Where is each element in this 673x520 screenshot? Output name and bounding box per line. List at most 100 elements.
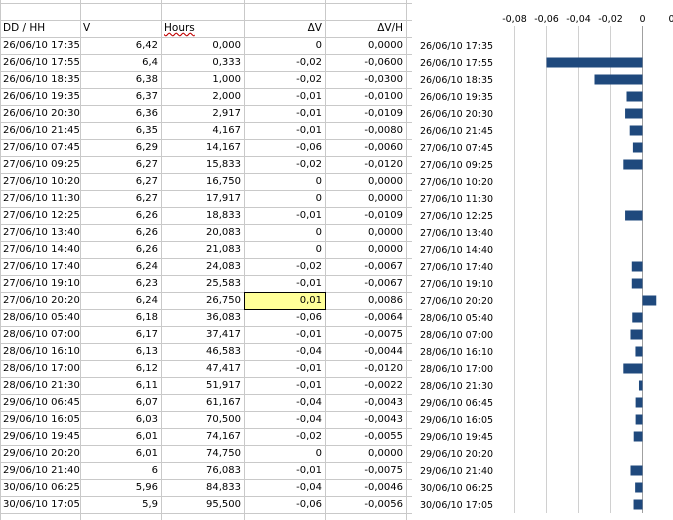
cell-v[interactable]: 6,13: [80, 343, 161, 360]
cell-delta-v-per-hour[interactable]: -0,0300: [325, 71, 406, 88]
cell-date[interactable]: 29/06/10 21:40: [0, 462, 80, 479]
cell-date[interactable]: 27/06/10 14:40: [0, 241, 80, 258]
cell-hours[interactable]: 4,167: [161, 122, 244, 139]
cell-delta-v-per-hour[interactable]: -0,0043: [325, 411, 406, 428]
cell-delta-v-per-hour[interactable]: 0,0000: [325, 37, 406, 54]
cell-v[interactable]: 6,17: [80, 326, 161, 343]
cell-delta-v-per-hour[interactable]: 0,0000: [325, 445, 406, 462]
cell-date[interactable]: 26/06/10 17:35: [0, 37, 80, 54]
cell-delta-v-per-hour[interactable]: -0,0109: [325, 105, 406, 122]
cell-v[interactable]: 6,27: [80, 156, 161, 173]
cell-date[interactable]: 27/06/10 10:20: [0, 173, 80, 190]
header-v[interactable]: V: [80, 20, 161, 37]
cell-hours[interactable]: 17,917: [161, 190, 244, 207]
cell-date[interactable]: 29/06/10 06:45: [0, 394, 80, 411]
cell-delta-v[interactable]: -0,04: [244, 411, 325, 428]
cell-v[interactable]: 6,26: [80, 207, 161, 224]
cell-date[interactable]: 28/06/10 17:00: [0, 360, 80, 377]
cell-hours[interactable]: 15,833: [161, 156, 244, 173]
chart-bar[interactable]: [631, 278, 643, 289]
cell-v[interactable]: 6,35: [80, 122, 161, 139]
cell-delta-v-per-hour[interactable]: -0,0046: [325, 479, 406, 496]
cell-delta-v[interactable]: 0: [244, 37, 325, 54]
cell-v[interactable]: 6,27: [80, 190, 161, 207]
cell-delta-v[interactable]: -0,04: [244, 394, 325, 411]
chart-bar[interactable]: [631, 261, 643, 272]
cell-delta-v[interactable]: 0: [244, 445, 325, 462]
cell-delta-v[interactable]: 0,01: [244, 292, 325, 309]
cell-delta-v[interactable]: -0,02: [244, 428, 325, 445]
header-date[interactable]: DD / HH: [0, 20, 80, 37]
cell-v[interactable]: 6,27: [80, 173, 161, 190]
cell-delta-v[interactable]: -0,01: [244, 122, 325, 139]
cell-delta-v-per-hour[interactable]: 0,0086: [325, 292, 406, 309]
cell-date[interactable]: 28/06/10 07:00: [0, 326, 80, 343]
cell-delta-v[interactable]: -0,01: [244, 360, 325, 377]
cell-delta-v[interactable]: -0,06: [244, 139, 325, 156]
cell-date[interactable]: 29/06/10 20:20: [0, 445, 80, 462]
cell-hours[interactable]: 18,833: [161, 207, 244, 224]
cell-date[interactable]: 30/06/10 06:25: [0, 479, 80, 496]
chart-bar[interactable]: [629, 125, 643, 136]
cell-delta-v-per-hour[interactable]: -0,0044: [325, 343, 406, 360]
cell-delta-v[interactable]: -0,02: [244, 258, 325, 275]
delta-v-per-hour-bar-chart[interactable]: -0,08-0,06-0,04-0,0200,0 26/06/10 17:352…: [412, 0, 673, 520]
cell-v[interactable]: 6,29: [80, 139, 161, 156]
cell-hours[interactable]: 24,083: [161, 258, 244, 275]
cell-v[interactable]: 6,01: [80, 428, 161, 445]
cell-hours[interactable]: 26,750: [161, 292, 244, 309]
chart-bar[interactable]: [625, 210, 643, 221]
cell-delta-v[interactable]: -0,01: [244, 462, 325, 479]
cell-date[interactable]: 27/06/10 07:45: [0, 139, 80, 156]
cell-delta-v-per-hour[interactable]: 0,0000: [325, 224, 406, 241]
cell-delta-v[interactable]: -0,02: [244, 156, 325, 173]
cell-hours[interactable]: 21,083: [161, 241, 244, 258]
cell-v[interactable]: 6,03: [80, 411, 161, 428]
cell-hours[interactable]: 37,417: [161, 326, 244, 343]
cell-date[interactable]: 26/06/10 18:35: [0, 71, 80, 88]
cell-delta-v-per-hour[interactable]: -0,0120: [325, 360, 406, 377]
cell-delta-v[interactable]: -0,02: [244, 71, 325, 88]
cell-hours[interactable]: 51,917: [161, 377, 244, 394]
cell-hours[interactable]: 0,000: [161, 37, 244, 54]
cell-date[interactable]: 29/06/10 16:05: [0, 411, 80, 428]
chart-bar[interactable]: [633, 431, 643, 442]
chart-bar[interactable]: [635, 482, 643, 493]
chart-bar[interactable]: [632, 142, 643, 153]
cell-delta-v[interactable]: -0,04: [244, 479, 325, 496]
cell-v[interactable]: 6,18: [80, 309, 161, 326]
cell-delta-v-per-hour[interactable]: -0,0056: [325, 496, 406, 513]
cell-delta-v-per-hour[interactable]: -0,0075: [325, 326, 406, 343]
cell-v[interactable]: 6,11: [80, 377, 161, 394]
cell-date[interactable]: 28/06/10 21:30: [0, 377, 80, 394]
cell-delta-v[interactable]: -0,04: [244, 343, 325, 360]
cell-date[interactable]: 28/06/10 05:40: [0, 309, 80, 326]
cell-v[interactable]: 6,23: [80, 275, 161, 292]
cell-date[interactable]: 27/06/10 09:25: [0, 156, 80, 173]
cell-hours[interactable]: 36,083: [161, 309, 244, 326]
cell-hours[interactable]: 84,833: [161, 479, 244, 496]
cell-delta-v-per-hour[interactable]: -0,0067: [325, 275, 406, 292]
chart-bar[interactable]: [626, 91, 643, 102]
cell-delta-v-per-hour[interactable]: 0,0000: [325, 173, 406, 190]
cell-v[interactable]: 5,9: [80, 496, 161, 513]
cell-v[interactable]: 6: [80, 462, 161, 479]
cell-delta-v[interactable]: 0: [244, 241, 325, 258]
chart-bar[interactable]: [623, 363, 643, 374]
cell-delta-v[interactable]: 0: [244, 190, 325, 207]
cell-v[interactable]: 6,26: [80, 224, 161, 241]
chart-bar[interactable]: [625, 108, 643, 119]
chart-bar[interactable]: [546, 57, 643, 68]
cell-delta-v-per-hour[interactable]: -0,0100: [325, 88, 406, 105]
cell-delta-v[interactable]: -0,01: [244, 105, 325, 122]
cell-delta-v-per-hour[interactable]: -0,0064: [325, 309, 406, 326]
cell-delta-v[interactable]: -0,01: [244, 326, 325, 343]
cell-hours[interactable]: 2,917: [161, 105, 244, 122]
chart-bar[interactable]: [633, 499, 643, 510]
chart-bar[interactable]: [635, 397, 643, 408]
cell-v[interactable]: 6,01: [80, 445, 161, 462]
cell-v[interactable]: 5,96: [80, 479, 161, 496]
cell-date[interactable]: 27/06/10 12:25: [0, 207, 80, 224]
cell-v[interactable]: 6,38: [80, 71, 161, 88]
cell-date[interactable]: 27/06/10 13:40: [0, 224, 80, 241]
